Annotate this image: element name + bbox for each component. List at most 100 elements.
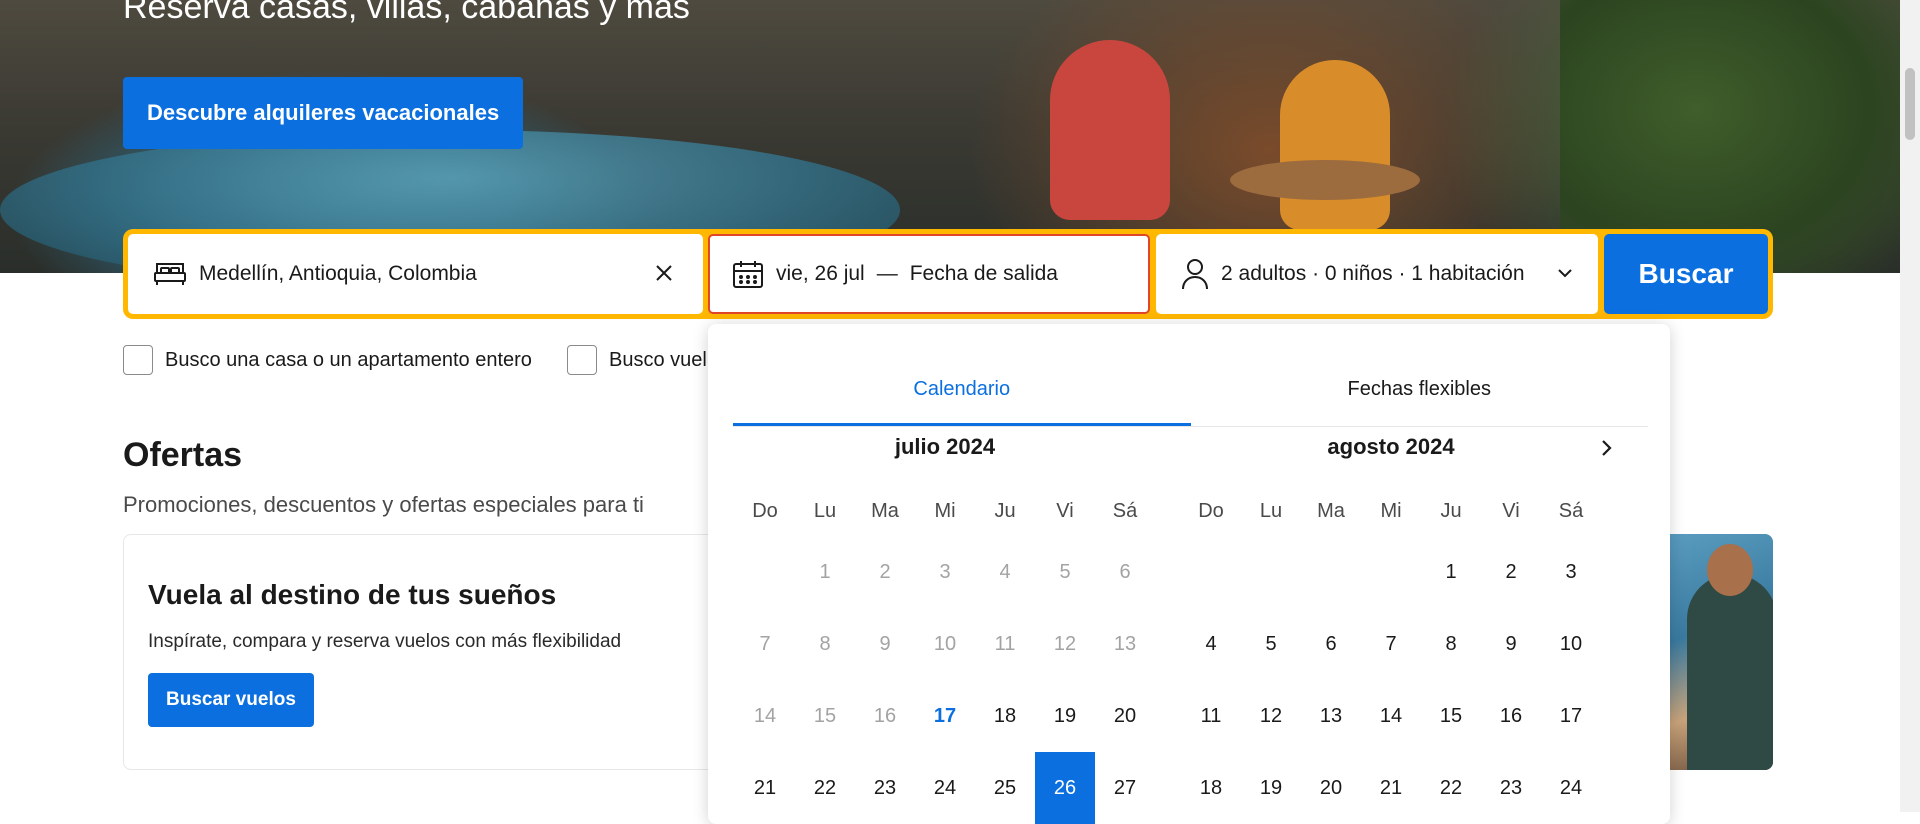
date-field[interactable]: vie, 26 jul — Fecha de salida bbox=[708, 234, 1150, 314]
tab-calendar[interactable]: Calendario bbox=[733, 348, 1191, 426]
checkout-date: Fecha de salida bbox=[909, 262, 1058, 285]
weekday-label: Mi bbox=[1380, 500, 1402, 522]
page-scrollbar[interactable] bbox=[1900, 0, 1920, 812]
day-cell: 3 bbox=[939, 561, 951, 583]
day-cell-selected[interactable]: 26 bbox=[1035, 752, 1095, 824]
date-separator: — bbox=[876, 262, 898, 285]
day-cell[interactable]: 20 bbox=[1095, 680, 1155, 752]
day-cell[interactable]: 13 bbox=[1301, 680, 1361, 752]
chevron-down-icon[interactable] bbox=[1556, 264, 1574, 282]
guests-value: 2 adultos · 0 niños · 1 habitación bbox=[1221, 262, 1525, 285]
weekday-header: Do Lu Ma Mi Ju Vi Sá bbox=[735, 486, 1157, 536]
offer-image-person bbox=[1687, 574, 1773, 770]
day-cell[interactable]: 19 bbox=[1035, 680, 1095, 752]
offer-image-head bbox=[1707, 544, 1753, 596]
close-icon[interactable] bbox=[653, 262, 675, 284]
month-august: agosto 2024 Do Lu Ma Mi Ju Vi Sá 1 2 3 4 5 6 7 8 9 10 11… bbox=[1179, 422, 1603, 824]
weekday-header: Do Lu Ma Mi Ju Vi Sá bbox=[1181, 486, 1603, 536]
day-grid: 1 2 3 4 5 6 7 8 9 10 11 12 13 14 15 16 17 18 19 20 21 22 23 24 2… bbox=[735, 536, 1157, 824]
day-cell: 12 bbox=[1053, 633, 1077, 655]
month-title: agosto 2024 bbox=[1327, 434, 1455, 459]
tab-flexible-dates[interactable]: Fechas flexibles bbox=[1191, 348, 1649, 426]
offers-title: Ofertas bbox=[123, 436, 243, 474]
day-cell[interactable]: 15 bbox=[1421, 680, 1481, 752]
hero-person-woman bbox=[1280, 60, 1390, 230]
weekday-label: Ju bbox=[1440, 500, 1462, 522]
day-cell: 5 bbox=[1059, 561, 1071, 583]
day-cell: 9 bbox=[879, 633, 891, 655]
day-cell: 13 bbox=[1113, 633, 1137, 655]
discover-rentals-button[interactable]: Descubre alquileres vacacionales bbox=[123, 77, 524, 149]
offer-card-image bbox=[1667, 534, 1773, 770]
calendar-icon bbox=[732, 259, 764, 289]
day-cell[interactable]: 27 bbox=[1095, 752, 1155, 824]
day-cell[interactable]: 12 bbox=[1241, 680, 1301, 752]
weekday-label: Do bbox=[1198, 500, 1224, 522]
day-cell[interactable]: 24 bbox=[1541, 752, 1601, 824]
day-cell[interactable]: 25 bbox=[975, 752, 1035, 824]
day-cell[interactable]: 7 bbox=[1361, 608, 1421, 680]
entire-home-checkbox[interactable] bbox=[123, 345, 153, 375]
day-cell[interactable]: 14 bbox=[1361, 680, 1421, 752]
day-cell: 4 bbox=[999, 561, 1011, 583]
weekday-label: Sá bbox=[1112, 500, 1138, 522]
day-cell: 6 bbox=[1119, 561, 1131, 583]
day-cell: 1 bbox=[819, 561, 831, 583]
filter-flights[interactable]: Busco vuel bbox=[567, 345, 707, 375]
flights-label: Busco vuel bbox=[609, 348, 707, 371]
day-cell[interactable]: 17 bbox=[1541, 680, 1601, 752]
day-cell[interactable]: 10 bbox=[1541, 608, 1601, 680]
day-cell[interactable]: 22 bbox=[1421, 752, 1481, 824]
search-flights-button[interactable]: Buscar vuelos bbox=[148, 673, 314, 727]
day-cell[interactable]: 11 bbox=[1181, 680, 1241, 752]
month-july: julio 2024 Do Lu Ma Mi Ju Vi Sá 1 2 3 4 5 6 7 8 9 10 11 1… bbox=[733, 422, 1157, 824]
guests-field[interactable]: 2 adultos · 0 niños · 1 habitación bbox=[1156, 234, 1598, 314]
flights-checkbox[interactable] bbox=[567, 345, 597, 375]
entire-home-label: Busco una casa o un apartamento entero bbox=[165, 348, 532, 371]
search-button[interactable]: Buscar bbox=[1604, 234, 1768, 314]
day-cell[interactable]: 23 bbox=[1481, 752, 1541, 824]
offer-card-description: Inspírate, compara y reserva vuelos con … bbox=[148, 631, 622, 652]
day-cell[interactable]: 9 bbox=[1481, 608, 1541, 680]
day-cell[interactable]: 3 bbox=[1541, 536, 1601, 608]
weekday-label: Mi bbox=[934, 500, 956, 522]
day-cell[interactable]: 23 bbox=[855, 752, 915, 824]
chevron-right-icon[interactable] bbox=[1586, 428, 1626, 468]
day-cell[interactable]: 6 bbox=[1301, 608, 1361, 680]
filter-entire-home[interactable]: Busco una casa o un apartamento entero bbox=[123, 345, 532, 375]
weekday-label: Ju bbox=[994, 500, 1016, 522]
destination-value: Medellín, Antioquia, Colombia bbox=[199, 262, 477, 285]
day-cell[interactable]: 16 bbox=[1481, 680, 1541, 752]
day-cell[interactable]: 20 bbox=[1301, 752, 1361, 824]
day-cell: 10 bbox=[933, 633, 957, 655]
day-cell[interactable]: 21 bbox=[735, 752, 795, 824]
day-cell[interactable]: 5 bbox=[1241, 608, 1301, 680]
destination-field[interactable]: Medellín, Antioquia, Colombia bbox=[128, 234, 703, 314]
day-cell[interactable]: 4 bbox=[1181, 608, 1241, 680]
scrollbar-thumb[interactable] bbox=[1905, 68, 1915, 140]
offer-card-title: Vuela al destino de tus sueños bbox=[148, 579, 557, 610]
day-cell[interactable]: 22 bbox=[795, 752, 855, 824]
day-cell: 7 bbox=[759, 633, 771, 655]
weekday-label: Do bbox=[752, 500, 778, 522]
weekday-label: Vi bbox=[1056, 500, 1074, 522]
weekday-label: Lu bbox=[813, 500, 837, 522]
search-bar: Medellín, Antioquia, Colombia vie, 26 ju… bbox=[123, 229, 1773, 319]
weekday-label: Ma bbox=[1317, 500, 1345, 522]
day-cell[interactable]: 24 bbox=[915, 752, 975, 824]
day-cell[interactable]: 1 bbox=[1421, 536, 1481, 608]
day-cell[interactable]: 21 bbox=[1361, 752, 1421, 824]
day-cell[interactable]: 17 bbox=[915, 680, 975, 752]
day-cell: 8 bbox=[819, 633, 831, 655]
day-cell[interactable]: 2 bbox=[1481, 536, 1541, 608]
weekday-label: Ma bbox=[871, 500, 899, 522]
weekday-label: Vi bbox=[1502, 500, 1520, 522]
date-picker-tabs: Calendario Fechas flexibles bbox=[733, 348, 1648, 427]
day-cell[interactable]: 18 bbox=[1181, 752, 1241, 824]
day-grid: 1 2 3 4 5 6 7 8 9 10 11 12 13 14 15 16 17 18 19 20 21 22 23 24 bbox=[1181, 536, 1603, 824]
month-title: julio 2024 bbox=[894, 434, 996, 459]
day-cell[interactable]: 18 bbox=[975, 680, 1035, 752]
day-cell[interactable]: 19 bbox=[1241, 752, 1301, 824]
day-cell[interactable]: 8 bbox=[1421, 608, 1481, 680]
day-cell: 2 bbox=[879, 561, 891, 583]
